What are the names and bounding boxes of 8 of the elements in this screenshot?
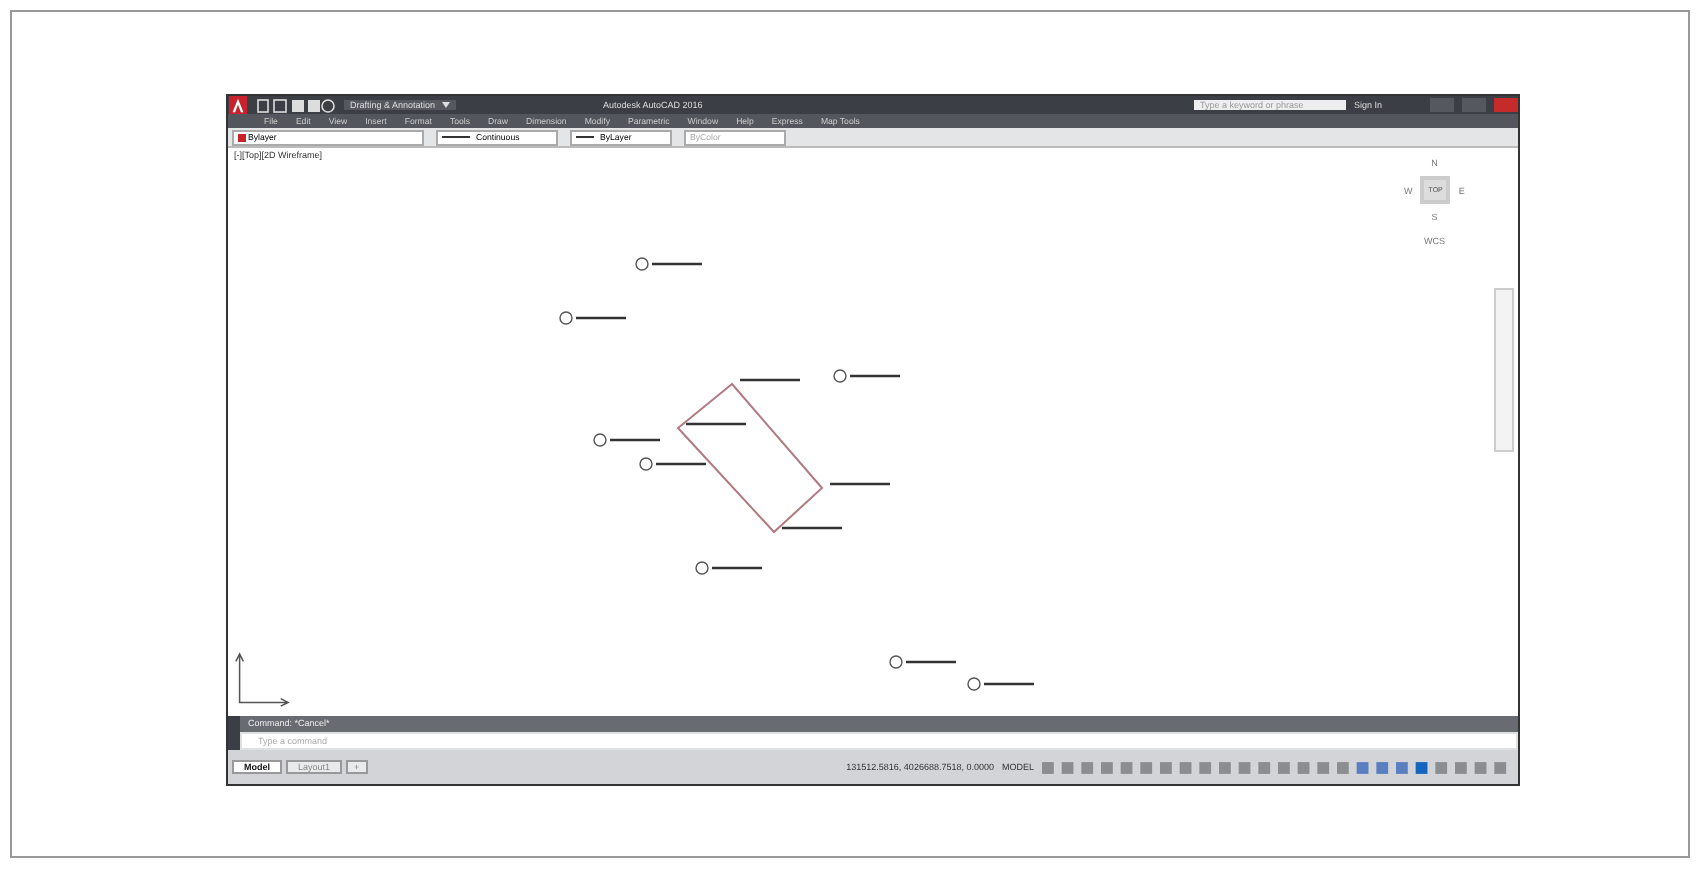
caret-icon — [441, 102, 450, 108]
logo-icon[interactable] — [228, 96, 248, 114]
close-button[interactable] — [1494, 98, 1518, 112]
minimize-button[interactable] — [1430, 98, 1454, 112]
ucs-axes-icon — [234, 652, 290, 708]
maximize-button[interactable] — [1462, 98, 1486, 112]
quick-access-icon[interactable] — [256, 97, 336, 113]
scroll-bar[interactable] — [1494, 288, 1514, 452]
